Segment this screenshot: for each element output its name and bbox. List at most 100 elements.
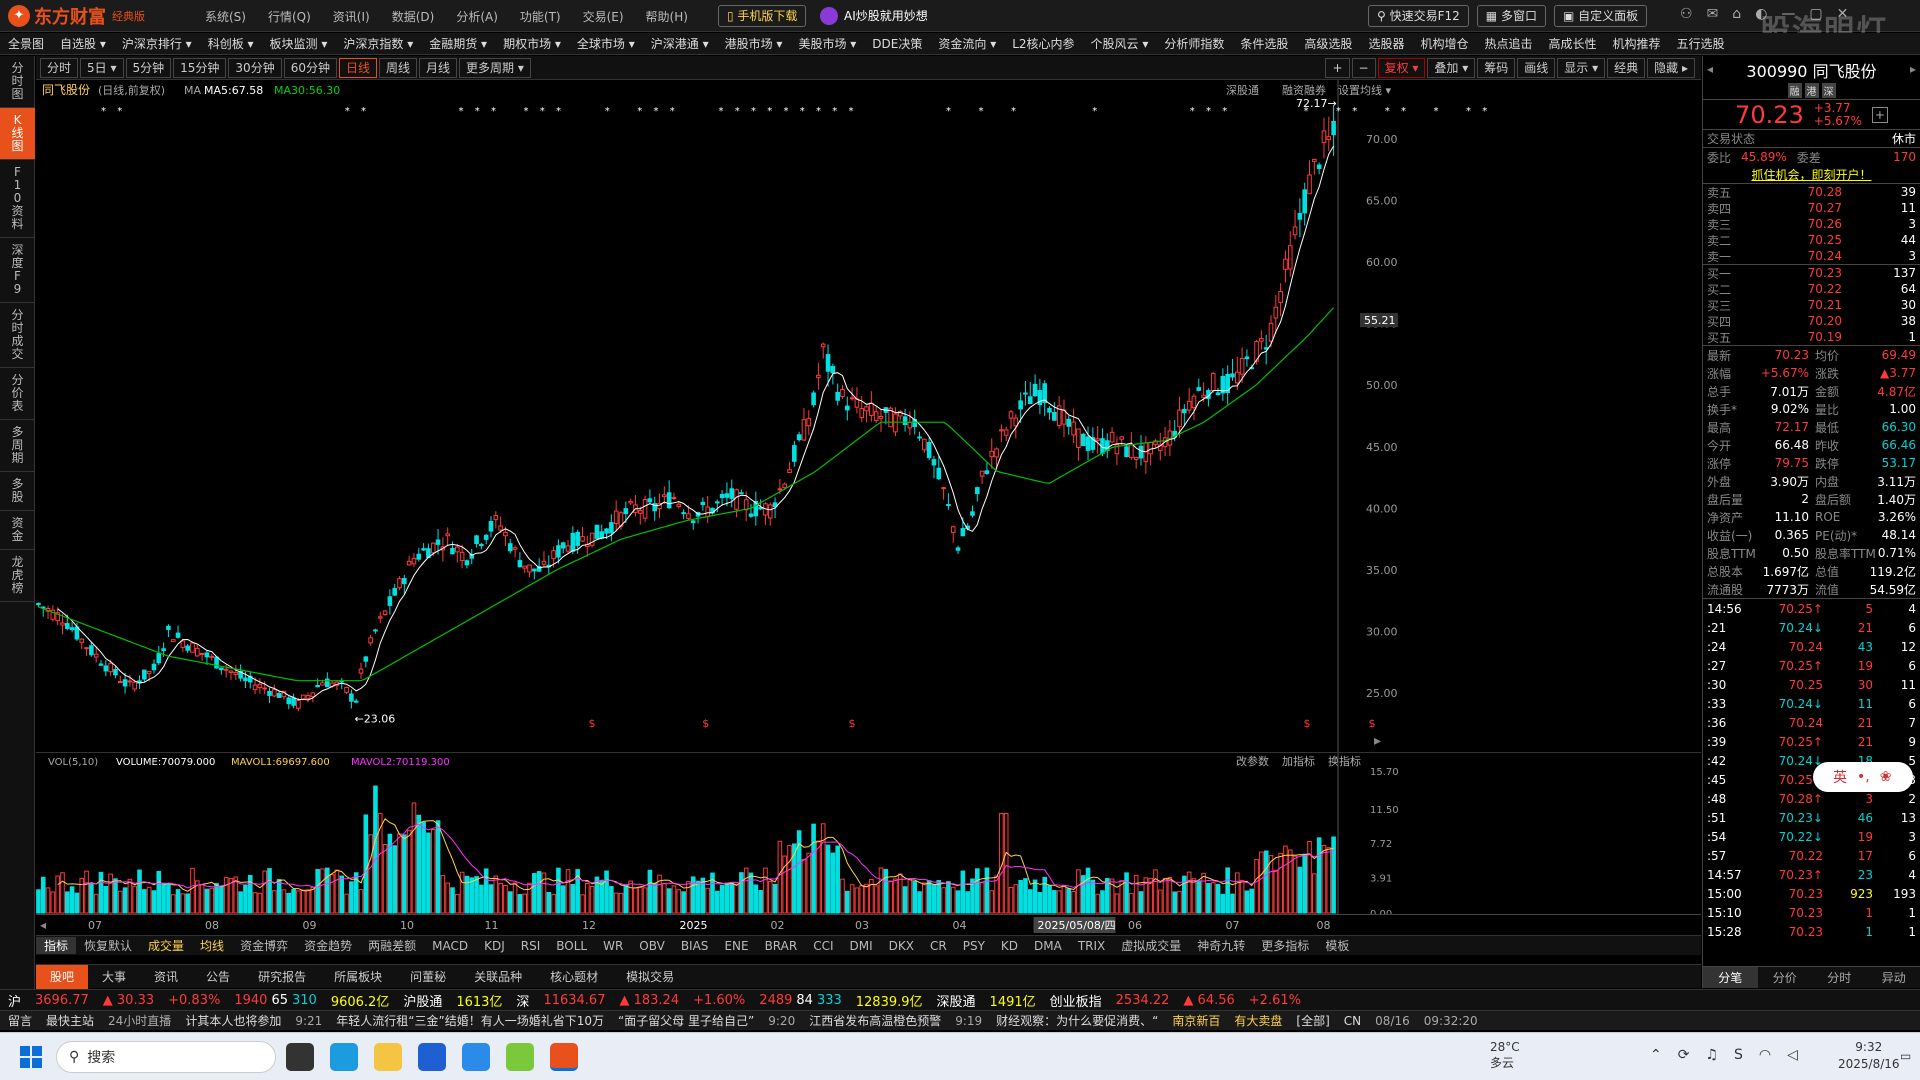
period-tab[interactable]: 周线 [379, 58, 418, 78]
left-tab[interactable]: 资金 [0, 511, 35, 550]
fast-trade-button[interactable]: ⚲ 快速交易F12 [1368, 5, 1469, 27]
nav-item[interactable]: 科创板 ▾ [200, 35, 262, 52]
left-tab[interactable]: 分价表 [0, 368, 35, 420]
sz-index[interactable]: 11634.67 [543, 993, 605, 1008]
panel-tab[interactable]: 分笔 [1703, 967, 1758, 988]
ai-promo-link[interactable]: AI炒股就用妙想 [820, 5, 928, 27]
indicator-tab[interactable]: DKX [881, 939, 922, 953]
open-account-link[interactable]: 抓住机会，即刻开户！ [1751, 166, 1871, 183]
menu-item[interactable]: 帮助(H) [646, 8, 688, 25]
left-tab[interactable]: 多周期 [0, 420, 35, 472]
chart-tool-button[interactable]: 筹码 [1477, 58, 1516, 78]
home-icon[interactable]: ⌂ [1732, 6, 1741, 22]
left-tab[interactable]: K线图 [0, 108, 35, 160]
indicator-tab[interactable]: 神奇九转 [1189, 937, 1253, 954]
news-item[interactable]: 有大卖盘 [1234, 1012, 1282, 1029]
nav-item[interactable]: 分析师指数 [1156, 35, 1232, 52]
menu-item[interactable]: 分析(A) [456, 8, 498, 25]
nav-item[interactable]: 全球市场 ▾ [569, 35, 643, 52]
app-logo[interactable]: ✦ 东方财富 经典版 [8, 5, 145, 28]
kline-chart[interactable]: 同飞股份 (日线,前复权) MA MA5:67.58 MA30:56.30 深股通 融资融券… [36, 80, 1701, 752]
nav-item[interactable]: DDE决策 [864, 35, 930, 52]
mail-icon[interactable]: ✉ [1707, 6, 1719, 22]
indicator-tab[interactable]: OBV [631, 939, 673, 953]
news-item[interactable]: 计其本人也将参加 [185, 1012, 281, 1029]
indicator-tab[interactable]: ENE [716, 939, 756, 953]
indicator-tab[interactable]: 均线 [192, 937, 232, 954]
bottom-tab[interactable]: 核心题材 [536, 968, 612, 985]
period-tab[interactable]: 30分钟 [228, 58, 282, 78]
nav-item[interactable]: 沪深京指数 ▾ [335, 35, 421, 52]
bottom-tab[interactable]: 大事 [88, 968, 140, 985]
menu-item[interactable]: 行情(Q) [268, 8, 311, 25]
indicator-tab[interactable]: TRIX [1070, 939, 1113, 953]
prev-stock-icon[interactable]: ◂ [1707, 62, 1713, 76]
indicator-tab[interactable]: BRAR [757, 939, 806, 953]
chart-tool-button[interactable]: 画线 [1517, 58, 1556, 78]
bottom-tab[interactable]: 研究报告 [244, 968, 320, 985]
ie-icon[interactable] [462, 1043, 490, 1071]
bottom-tab[interactable]: 所属板块 [320, 968, 396, 985]
panel-tab[interactable]: 异动 [1867, 967, 1920, 988]
indicator-tab[interactable]: 两融差额 [360, 937, 424, 954]
nav-item[interactable]: 资金流向 ▾ [930, 35, 1004, 52]
bottom-tab[interactable]: 问董秘 [396, 968, 460, 985]
news-item[interactable]: 江西省发布高温橙色预警 [809, 1012, 941, 1029]
ime-skin-icon[interactable]: ❀ [1880, 769, 1892, 785]
volume-icon[interactable]: ◁ [1787, 1047, 1798, 1063]
chart-tool-button[interactable]: 经典 [1607, 58, 1646, 78]
indicator-tab[interactable]: KDJ [476, 939, 513, 953]
bottom-tab[interactable]: 资讯 [140, 968, 192, 985]
add-watchlist-icon[interactable]: + [1871, 106, 1888, 123]
indicator-tab[interactable]: CCI [805, 939, 841, 953]
indicator-tab[interactable]: PSY [955, 939, 993, 953]
chart-tool-button[interactable]: 复权 ▾ [1377, 58, 1426, 78]
bottom-tab[interactable]: 模拟交易 [612, 968, 688, 985]
period-tab[interactable]: 15分钟 [173, 58, 227, 78]
nav-item[interactable]: 全景图 [0, 35, 52, 52]
next-stock-icon[interactable]: ▸ [1910, 62, 1916, 76]
left-tab[interactable]: 龙虎榜 [0, 550, 35, 602]
news-item[interactable]: 24小时直播 [108, 1012, 171, 1029]
indicator-tab[interactable]: 成交量 [140, 937, 192, 954]
nav-item[interactable]: 选股器 [1360, 35, 1412, 52]
menu-item[interactable]: 交易(E) [583, 8, 624, 25]
nav-item[interactable]: 沪深港通 ▾ [643, 35, 717, 52]
taskview-icon[interactable] [286, 1043, 314, 1071]
news-item[interactable]: “面子留父母 里子给自己” [618, 1012, 754, 1029]
tray-app-icon[interactable]: ⟳ [1678, 1047, 1690, 1063]
chart-tool-button[interactable]: 隐藏 ▸ [1647, 58, 1695, 78]
left-tab[interactable]: F10资料 [0, 160, 35, 238]
indicator-tab[interactable]: KD [993, 939, 1026, 953]
ime-toolbar[interactable]: 英 •, ❀ [1813, 762, 1913, 792]
nav-item[interactable]: 机构推荐 [1605, 35, 1669, 52]
multi-window-button[interactable]: ▦ 多窗口 [1476, 5, 1546, 27]
bottom-tab[interactable]: 股吧 [36, 964, 89, 989]
nav-item[interactable]: 条件选股 [1232, 35, 1296, 52]
nav-item[interactable]: L2核心内参 [1004, 35, 1082, 52]
news-item[interactable]: 9:19 [955, 1014, 982, 1028]
indicator-tab[interactable]: WR [595, 939, 631, 953]
news-item[interactable]: 年轻人流行租“三金”结婚！有人一场婚礼省下10万 [336, 1012, 604, 1029]
indicator-tab[interactable]: 模板 [1317, 937, 1357, 954]
news-item[interactable]: 最快主站 [46, 1012, 94, 1029]
nav-item[interactable]: 热点追击 [1476, 35, 1540, 52]
taskbar-search[interactable]: ⚲ 搜索 [56, 1041, 276, 1073]
left-tab[interactable]: 分时图 [0, 56, 35, 108]
left-tab[interactable]: 深度F9 [0, 238, 35, 303]
indicator-tab[interactable]: CR [922, 939, 955, 953]
start-icon[interactable] [20, 1046, 42, 1068]
nav-item[interactable]: 港股市场 ▾ [717, 35, 791, 52]
cyb-index[interactable]: 2534.22 [1116, 993, 1170, 1008]
period-tab[interactable]: 日线 [338, 58, 377, 78]
news-item[interactable]: 留言 [8, 1012, 32, 1029]
news-item[interactable]: 财经观察：为什么要促消费、“ [996, 1012, 1158, 1029]
nav-item[interactable]: 板块监测 ▾ [262, 35, 336, 52]
news-item[interactable]: 08/16 [1375, 1014, 1410, 1028]
nav-item[interactable]: 高级选股 [1296, 35, 1360, 52]
period-tab[interactable]: 5日 ▾ [80, 58, 124, 78]
period-tab[interactable]: 分时 [40, 58, 79, 78]
volume-chart[interactable]: VOL(5,10) VOLUME:70079.000 MAVOL1:69697.60… [36, 752, 1701, 920]
tray-chevron-icon[interactable]: ⌃ [1650, 1047, 1662, 1063]
ime-punct-icon[interactable]: •, [1857, 769, 1870, 785]
